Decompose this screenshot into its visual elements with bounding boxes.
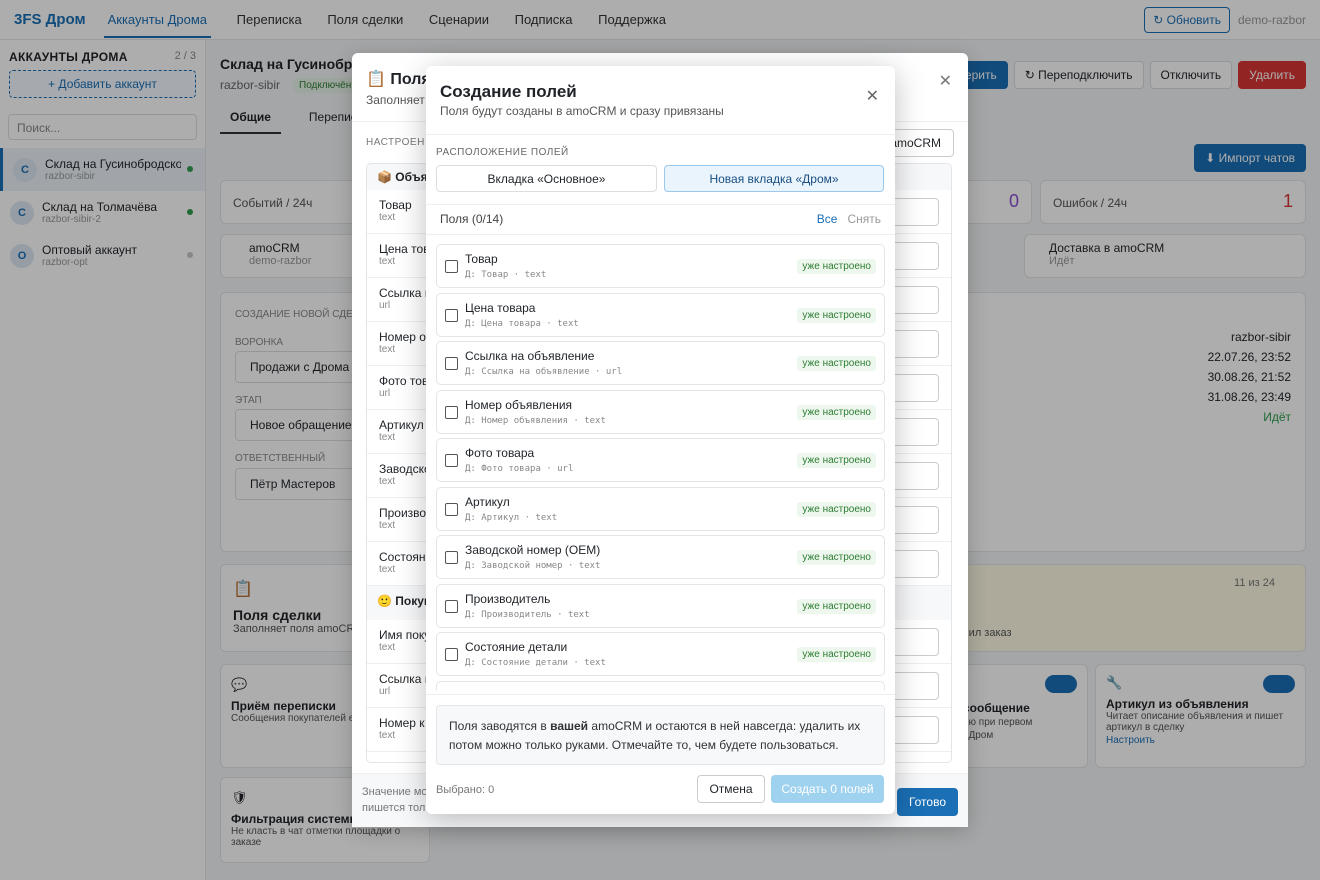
field-name: Ссылка на объявление: [465, 349, 595, 363]
modal-title: Создание полей: [440, 82, 577, 101]
section-label: РАСПОЛОЖЕНИЕ ПОЛЕЙ: [436, 147, 569, 158]
modal-subtitle: Заполняет: [366, 93, 425, 107]
clear-selection-link[interactable]: Снять: [847, 212, 881, 226]
configured-badge: уже настроено: [797, 307, 876, 323]
field-checkbox[interactable]: [445, 405, 458, 419]
configured-badge: уже настроено: [797, 501, 876, 517]
field-checkbox[interactable]: [445, 599, 458, 613]
warning-note: Поля заводятся в вашей amoCRM и остаются…: [436, 705, 885, 765]
field-meta: Д: Фото товара · url: [465, 464, 574, 474]
field-name: Артикул: [465, 494, 510, 509]
clipboard-icon: 📋: [366, 71, 391, 88]
field-name: Заводской номер (OEM): [465, 543, 601, 557]
field-checkbox[interactable]: [445, 648, 458, 661]
close-icon[interactable]: ✕: [939, 71, 952, 91]
configured-badge: уже настроено: [797, 598, 876, 614]
field-item[interactable]: Номер объявления Д: Номер объявления · te…: [436, 389, 885, 434]
box-icon: 📦: [377, 170, 396, 184]
tab-drom-option[interactable]: Новая вкладка «Дром»: [664, 165, 884, 192]
field-checkbox[interactable]: [445, 357, 458, 370]
close-icon[interactable]: ✕: [866, 86, 879, 106]
field-meta: Д: Артикул · text: [465, 512, 558, 523]
field-name: Производитель: [465, 591, 551, 606]
tab-main-option[interactable]: Вкладка «Основное»: [436, 165, 657, 192]
field-checkbox[interactable]: [445, 454, 458, 467]
field-item[interactable]: [436, 680, 885, 690]
field-meta: Д: Ссылка на объявление · url: [465, 367, 623, 377]
field-name: Цена товара: [465, 300, 536, 315]
field-item[interactable]: Ссылка на объявление Д: Ссылка на объявле…: [436, 341, 885, 385]
field-meta: Д: Номер объявления · text: [465, 415, 606, 426]
fields-list: Товар Д: Товар · text уже настроено Цена то…: [436, 244, 885, 690]
field-name: Товар: [465, 252, 498, 266]
field-name: Состояние детали: [465, 640, 568, 654]
field-meta: Д: Производитель · text: [465, 609, 590, 620]
selected-count: Выбрано: 0: [436, 784, 495, 796]
select-all-link[interactable]: Все: [817, 212, 838, 226]
field-meta: Д: Цена товара · text: [465, 318, 579, 329]
section-label: НАСТРОЕН: [366, 137, 425, 148]
divider: [426, 694, 895, 695]
create-fields-modal: Создание полей Поля будут созданы в amoC…: [426, 66, 895, 814]
configured-badge: уже настроено: [797, 550, 876, 565]
divider: [426, 234, 895, 235]
field-item[interactable]: Производитель Д: Производитель · text уже …: [436, 583, 885, 628]
configured-badge: уже настроено: [797, 259, 876, 274]
modal-subtitle: Поля будут созданы в amoCRM и сразу прив…: [440, 104, 724, 118]
field-item[interactable]: Товар Д: Товар · text уже настроено: [436, 244, 885, 288]
field-checkbox[interactable]: [445, 308, 458, 322]
field-meta: Д: Состояние детали · text: [465, 658, 606, 668]
field-name: Номер объявления: [465, 397, 573, 412]
configured-badge: уже настроено: [797, 647, 876, 662]
create-fields-button[interactable]: Создать 0 полей: [771, 775, 884, 803]
divider: [426, 134, 895, 135]
configured-badge: уже настроено: [797, 356, 876, 371]
cancel-button[interactable]: Отмена: [697, 775, 765, 803]
field-item[interactable]: Цена товара Д: Цена товара · text уже наст…: [436, 292, 885, 337]
divider: [426, 204, 895, 205]
field-meta: Д: Заводской номер · text: [465, 561, 601, 571]
field-item[interactable]: Состояние детали Д: Состояние детали · te…: [436, 632, 885, 676]
field-checkbox[interactable]: [445, 502, 458, 516]
field-meta: Д: Товар · text: [465, 270, 547, 280]
fields-count: Поля (0/14): [440, 212, 504, 226]
field-name: Фото товара: [465, 446, 535, 460]
field-item[interactable]: Артикул Д: Артикул · text уже настроено: [436, 486, 885, 531]
field-checkbox[interactable]: [445, 551, 458, 564]
configured-badge: уже настроено: [797, 404, 876, 420]
field-item[interactable]: Фото товара Д: Фото товара · url уже настр…: [436, 438, 885, 482]
done-button[interactable]: Готово: [896, 788, 958, 816]
configured-badge: уже настроено: [797, 453, 876, 468]
user-icon: 🙂: [377, 594, 396, 608]
field-item[interactable]: Заводской номер (OEM) Д: Заводской номер …: [436, 535, 885, 579]
field-checkbox[interactable]: [445, 260, 458, 273]
